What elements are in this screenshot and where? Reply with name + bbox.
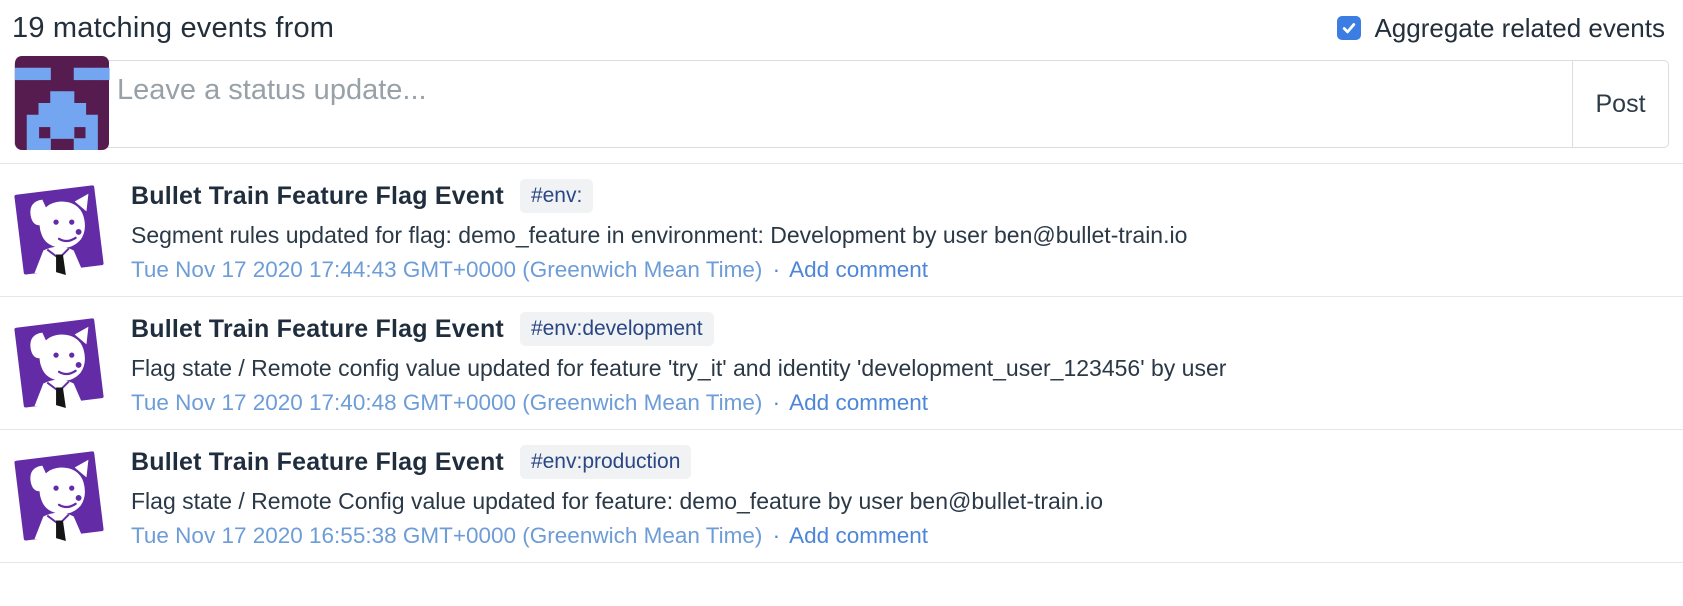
aggregate-checkbox[interactable] <box>1337 16 1361 40</box>
event-timestamp-link[interactable]: Tue Nov 17 2020 17:40:48 GMT+0000 (Green… <box>131 390 762 415</box>
status-composer: Post <box>14 58 1669 148</box>
post-button[interactable]: Post <box>1572 61 1668 147</box>
event-timestamp-link[interactable]: Tue Nov 17 2020 16:55:38 GMT+0000 (Green… <box>131 523 762 548</box>
env-tag[interactable]: #env:production <box>520 445 691 479</box>
add-comment-link[interactable]: Add comment <box>789 390 928 415</box>
event-title: Bullet Train Feature Flag Event <box>131 315 504 344</box>
event-description: Segment rules updated for flag: demo_fea… <box>131 222 1683 249</box>
event-title: Bullet Train Feature Flag Event <box>131 448 504 477</box>
pixel-identicon-icon <box>14 56 110 150</box>
datadog-dog-avatar <box>10 443 108 545</box>
event-body: Bullet Train Feature Flag Event #env:dev… <box>131 310 1683 416</box>
datadog-logo-icon <box>10 443 108 545</box>
datadog-dog-avatar <box>10 177 108 279</box>
event-row: Bullet Train Feature Flag Event #env:dev… <box>0 297 1683 430</box>
datadog-logo-icon <box>10 310 108 412</box>
datadog-dog-avatar <box>10 310 108 412</box>
event-row: Bullet Train Feature Flag Event #env:pro… <box>0 430 1683 563</box>
event-description: Flag state / Remote Config value updated… <box>131 488 1683 515</box>
event-description: Flag state / Remote config value updated… <box>131 355 1683 382</box>
datadog-logo-icon <box>10 177 108 279</box>
checkmark-icon <box>1341 20 1357 36</box>
aggregate-label: Aggregate related events <box>1374 13 1665 44</box>
event-body: Bullet Train Feature Flag Event #env: Se… <box>131 177 1683 283</box>
event-body: Bullet Train Feature Flag Event #env:pro… <box>131 443 1683 549</box>
meta-separator: · <box>773 257 781 282</box>
status-composer-box: Post <box>14 60 1669 148</box>
event-row: Bullet Train Feature Flag Event #env: Se… <box>0 164 1683 297</box>
status-update-input[interactable] <box>111 61 1572 147</box>
env-tag[interactable]: #env: <box>520 179 593 213</box>
event-title: Bullet Train Feature Flag Event <box>131 182 504 211</box>
event-timestamp-link[interactable]: Tue Nov 17 2020 17:44:43 GMT+0000 (Green… <box>131 257 762 282</box>
event-list: Bullet Train Feature Flag Event #env: Se… <box>0 163 1683 563</box>
page-title: 19 matching events from <box>12 12 334 45</box>
events-header: 19 matching events from Aggregate relate… <box>0 0 1683 48</box>
add-comment-link[interactable]: Add comment <box>789 523 928 548</box>
meta-separator: · <box>773 390 781 415</box>
aggregate-related-toggle[interactable]: Aggregate related events <box>1337 13 1665 44</box>
env-tag[interactable]: #env:development <box>520 312 714 346</box>
add-comment-link[interactable]: Add comment <box>789 257 928 282</box>
meta-separator: · <box>773 523 781 548</box>
user-identicon-avatar <box>14 56 110 150</box>
